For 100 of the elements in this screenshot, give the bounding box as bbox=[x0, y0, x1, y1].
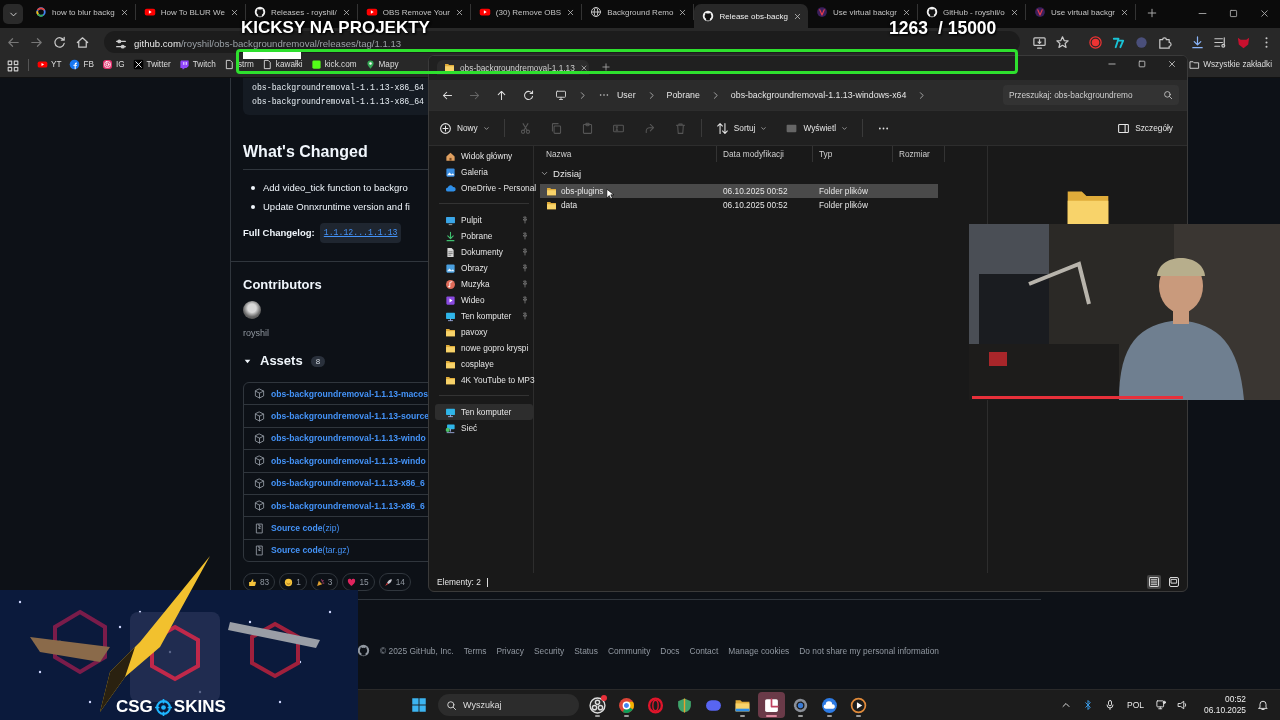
browser-tab[interactable]: OBS Remove Your bbox=[357, 4, 471, 20]
plus-icon[interactable] bbox=[1146, 7, 1158, 19]
asset-link[interactable]: obs-backgroundremoval-1.1.13-x86_6 bbox=[271, 478, 425, 489]
nav-item[interactable]: Muzyka bbox=[435, 276, 533, 292]
close-icon[interactable] bbox=[1010, 7, 1019, 17]
home-icon[interactable] bbox=[75, 34, 90, 50]
close-icon[interactable] bbox=[341, 7, 351, 17]
nav-item[interactable]: Dokumenty bbox=[435, 244, 533, 260]
list-icon[interactable] bbox=[1213, 34, 1228, 50]
details-button[interactable]: Szczegóły bbox=[1117, 121, 1173, 135]
browser-tab[interactable]: (30) Remove OBS bbox=[470, 4, 583, 20]
up-arrow-icon[interactable] bbox=[495, 88, 508, 102]
reload-icon[interactable] bbox=[52, 34, 67, 50]
close-icon[interactable] bbox=[119, 7, 129, 17]
reaction-button[interactable]: 3 bbox=[310, 573, 339, 592]
file-row[interactable]: data 06.10.2025 00:52 Folder plików bbox=[540, 198, 938, 212]
microphone-icon[interactable] bbox=[1104, 699, 1117, 711]
bookmark[interactable]: IG bbox=[101, 59, 125, 70]
maximize-icon[interactable] bbox=[1228, 8, 1239, 19]
asset-link[interactable]: Source code(tar.gz) bbox=[271, 545, 350, 556]
bell-icon[interactable] bbox=[1257, 699, 1269, 711]
apps-icon[interactable] bbox=[6, 59, 20, 73]
reaction-button[interactable]: 15 bbox=[342, 573, 375, 592]
close-icon[interactable] bbox=[454, 7, 464, 17]
bookmark[interactable]: Twitter bbox=[132, 59, 171, 70]
nav-item[interactable]: Wideo bbox=[435, 292, 533, 308]
footer-link[interactable]: Community bbox=[607, 645, 651, 656]
nav-item[interactable]: Ten komputer bbox=[435, 308, 533, 324]
close-icon[interactable] bbox=[566, 7, 576, 17]
asset-link[interactable]: obs-backgroundremoval-1.1.13-macos bbox=[271, 388, 429, 399]
reaction-button[interactable]: 83 bbox=[243, 573, 276, 592]
asset-link[interactable]: Source code(zip) bbox=[271, 523, 340, 534]
maximize-icon[interactable] bbox=[1137, 59, 1147, 69]
network-icon[interactable] bbox=[1155, 699, 1168, 711]
close-icon[interactable] bbox=[1167, 59, 1177, 69]
column-header[interactable]: Data modyfikacji bbox=[717, 146, 813, 162]
record-icon[interactable] bbox=[1088, 34, 1103, 50]
star-icon[interactable] bbox=[1055, 34, 1070, 50]
browser-tab[interactable]: Releases - royshil/ bbox=[245, 4, 358, 20]
footer-link[interactable]: Do not share my personal information bbox=[799, 645, 939, 656]
close-icon[interactable] bbox=[579, 63, 588, 72]
contributor-name[interactable]: royshil bbox=[243, 325, 269, 341]
puzzle-icon[interactable] bbox=[1157, 34, 1172, 50]
taskbar-app[interactable] bbox=[758, 692, 785, 718]
changelog-link[interactable]: 1.1.12...1.1.13 bbox=[319, 223, 402, 243]
download-icon[interactable] bbox=[1190, 34, 1205, 50]
nav-item[interactable]: cosplaye bbox=[435, 356, 533, 372]
browser-tab[interactable]: Use virtual backgr bbox=[1026, 4, 1136, 20]
avatar[interactable] bbox=[243, 301, 261, 319]
clock-date[interactable]: 06.10.2025 bbox=[1204, 705, 1246, 716]
command-button[interactable]: Sortuj bbox=[715, 121, 768, 135]
search-field[interactable]: Wyszukaj bbox=[438, 694, 579, 716]
reaction-button[interactable]: 14 bbox=[378, 573, 411, 592]
nav-item[interactable]: pavoxy bbox=[435, 324, 533, 340]
footer-link[interactable]: Contact bbox=[689, 645, 719, 656]
footer-link[interactable]: Docs bbox=[660, 645, 680, 656]
footer-link[interactable]: Manage cookies bbox=[728, 645, 790, 656]
close-icon[interactable] bbox=[678, 7, 688, 17]
clock-time[interactable]: 00:52 bbox=[1225, 694, 1246, 705]
command-button[interactable]: Nowy bbox=[439, 121, 490, 135]
asset-link[interactable]: obs-backgroundremoval-1.1.13-windo bbox=[271, 455, 426, 466]
bookmark[interactable]: kawałki bbox=[261, 59, 303, 70]
language-indicator[interactable]: POL bbox=[1127, 700, 1145, 710]
column-header[interactable]: Rozmiar bbox=[893, 146, 945, 162]
close-icon[interactable] bbox=[1259, 8, 1270, 19]
asset-link[interactable]: obs-backgroundremoval-1.1.13-source bbox=[271, 411, 430, 422]
nav-item[interactable]: Obrazy bbox=[435, 260, 533, 276]
nav-item[interactable]: Pobrane bbox=[435, 228, 533, 244]
bookmark[interactable]: strm bbox=[223, 59, 254, 70]
asset-link[interactable]: obs-backgroundremoval-1.1.13-windo bbox=[271, 433, 426, 444]
tab-list-button[interactable] bbox=[3, 4, 23, 24]
browser-tab[interactable]: How To BLUR We bbox=[135, 4, 246, 20]
list-view-icon[interactable] bbox=[1147, 575, 1161, 589]
column-header[interactable]: Nazwa bbox=[540, 146, 717, 162]
nav-item[interactable]: 4K YouTube to MP3 bbox=[435, 372, 533, 388]
plus-icon[interactable] bbox=[601, 62, 611, 72]
command-button[interactable]: Wyświetl bbox=[785, 121, 849, 135]
close-icon[interactable] bbox=[902, 7, 911, 17]
column-header[interactable]: Typ bbox=[813, 146, 893, 162]
breadcrumb-item[interactable]: obs-backgroundremoval-1.1.13-windows-x64 bbox=[730, 90, 907, 100]
browser-tab[interactable]: Use virtual backgr bbox=[807, 4, 918, 20]
footer-link[interactable]: Privacy bbox=[496, 645, 524, 656]
nav-item[interactable]: nowe gopro kryspi bbox=[435, 340, 533, 356]
close-icon[interactable] bbox=[1120, 7, 1129, 17]
reload-icon[interactable] bbox=[522, 88, 535, 102]
breadcrumb-item[interactable]: User bbox=[617, 90, 636, 100]
breadcrumb-item[interactable]: Pobrane bbox=[666, 90, 700, 100]
file-row[interactable]: obs-plugins 06.10.2025 00:52 Folder plików bbox=[540, 184, 938, 198]
windows-icon[interactable] bbox=[410, 696, 428, 714]
all-bookmarks-button[interactable]: Wszystkie zakładki bbox=[1189, 59, 1272, 70]
nav-item[interactable]: Ten komputer bbox=[435, 404, 533, 420]
bookmark[interactable]: Twitch bbox=[178, 59, 216, 70]
close-icon[interactable] bbox=[229, 7, 239, 17]
footer-link[interactable]: Terms bbox=[463, 645, 487, 656]
nav-item[interactable]: Galeria bbox=[435, 164, 533, 180]
asset-link[interactable]: obs-backgroundremoval-1.1.13-x86_6 bbox=[271, 500, 425, 511]
search-field[interactable]: Przeszukaj: obs-backgroundremo bbox=[1003, 85, 1179, 105]
browser-tab[interactable]: GitHub - royshil/o bbox=[918, 4, 1026, 20]
bookmark[interactable]: Mapy bbox=[364, 59, 399, 70]
browser-tab[interactable]: Release obs-backg bbox=[694, 4, 808, 28]
